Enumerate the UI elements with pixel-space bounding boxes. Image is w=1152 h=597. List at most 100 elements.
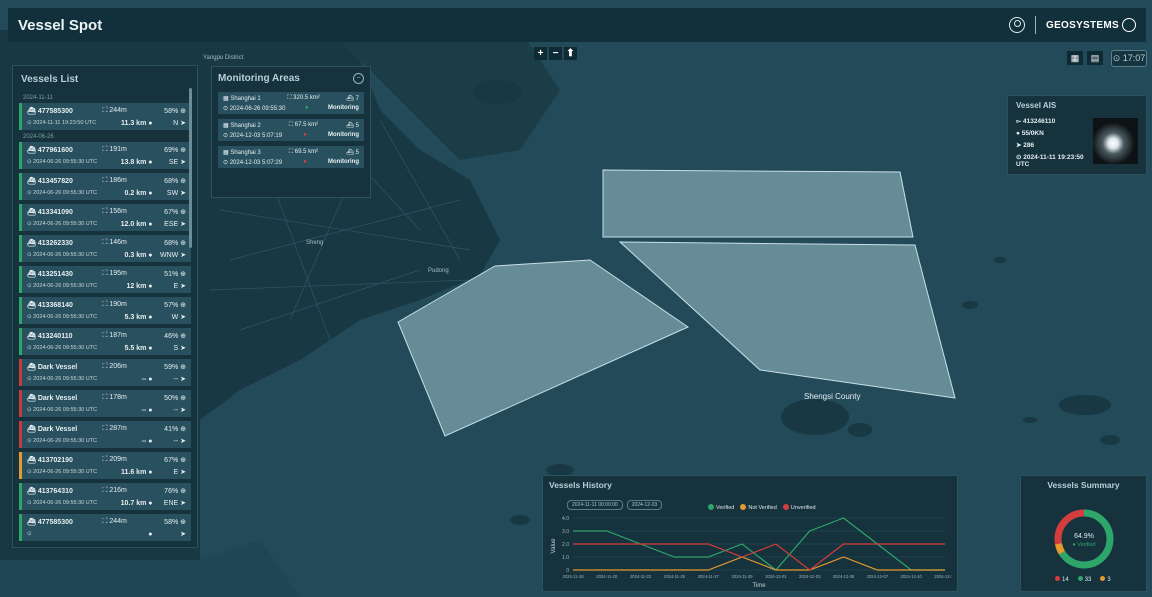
monitoring-area-card[interactable]: ▦ Shanghai 2 ⛶ 67.5 km² ⛴ 5 ⊙ 2024-12-03… [218,119,364,141]
area-name: ▦ Shanghai 3 [223,150,261,156]
vessel-name: ⛴ 413702190 [27,457,73,464]
vessel-time: ⊙ 2024-06-26 09:55:30 UTC [27,252,98,258]
history-chart: 01.02.03.04.02024-11-18 2024-11-20 2024-11… [551,516,952,589]
x-tick-label: 2024-12-10 [900,574,922,579]
vessel-confidence: 57% ⊕ [164,302,186,309]
vessel-card[interactable]: ⛴ 477961600 ⛶ 191m 69% ⊕ ⊙ 2024-06-26 09… [19,142,191,169]
date-to-filter[interactable]: 2024-12-03 [626,500,663,510]
vessel-name: ⛴ 413368140 [27,302,73,309]
vessel-confidence: 76% ⊕ [164,488,186,495]
vessel-card[interactable]: ⛴ Dark Vessel ⛶ 206m 59% ⊕ ⊙ 2024-06-26 … [19,359,191,386]
antenna-icon: ⟜ [1016,118,1022,125]
vessel-card[interactable]: ⛴ 413251430 ⛶ 195m 51% ⊕ ⊙ 2024-06-26 09… [19,266,191,293]
user-icon[interactable] [1008,17,1025,33]
vessels-list-scrollbar[interactable] [189,88,192,248]
zoom-controls: + − ⬆ [534,47,577,60]
vessel-thumbnail[interactable] [1093,118,1138,164]
collapse-icon[interactable]: − [353,73,364,84]
count-swatch [1055,576,1060,581]
zoom-out-button[interactable]: − [549,47,562,60]
vessel-distance: 11.3 km ● [121,119,153,127]
vessel-time: ⊙ 2024-06-26 09:55:30 UTC [27,190,98,196]
vessel-confidence: 67% ⊕ [164,209,186,216]
vessel-length: ⛶ 244m [102,518,127,525]
vessel-card[interactable]: ⛴ 477585300 ⛶ 244m 58% ⊕ ⊙ 2024-11-11 19… [19,103,191,130]
vessel-direction: SW ➤ [166,190,186,197]
vessel-direction: SE ➤ [168,159,186,166]
vessel-time: ⊙ 2024-06-26 09:55:30 UTC [27,283,98,289]
summary-count: 14 [1055,576,1069,583]
top-bar: Vessel Spot GEOSYSTEMS [8,8,1146,42]
save-icon[interactable]: ▤ [1087,51,1103,65]
ais-mmsi: ⟜ 413246110 [1016,118,1056,125]
vessel-card[interactable]: ⛴ Dark Vessel ⛶ 287m 41% ⊕ ⊙ 2024-06-26 … [19,421,191,448]
monitoring-area-card[interactable]: ▦ Shanghai 3 ⛶ 69.5 km² ⛴ 5 ⊙ 2024-12-03… [218,146,364,168]
map-label-sheng: Sheng [306,240,324,246]
vessel-direction: N ➤ [173,120,186,127]
count-swatch [1100,576,1106,581]
area-name: ▦ Shanghai 1 [223,96,261,102]
vessel-card[interactable]: ⛴ 413341090 ⛶ 156m 67% ⊕ ⊙ 2024-06-26 09… [19,204,191,231]
vessel-card[interactable]: ⛴ 413702190 ⛶ 209m 67% ⊕ ⊙ 2024-06-26 09… [19,452,191,479]
map-label-shengsi: Shengsi County [804,392,861,401]
map-tools: ▦ ▤ [1067,51,1103,65]
vessel-direction: ESE ➤ [164,221,186,228]
vessel-time: ⊙ [27,531,32,537]
vessel-card[interactable]: ⛴ 413457820 ⛶ 186m 68% ⊕ ⊙ 2024-06-26 09… [19,173,191,200]
vessel-card[interactable]: ⛴ 413262330 ⛶ 146m 68% ⊕ ⊙ 2024-06-26 09… [19,235,191,262]
clock-button[interactable]: ⊙ 17:07 [1111,50,1147,67]
vessel-time: ⊙ 2024-11-11 19:23:50 UTC [27,120,97,126]
ais-time: ⊙ 2024-11-11 19:23:50 UTC [1016,154,1084,168]
vessel-card[interactable]: ⛴ 477585300 ⛶ 244m 58% ⊕ ⊙ ● ➤ [19,514,191,541]
vessel-card[interactable]: ⛴ 413368140 ⛶ 190m 57% ⊕ ⊙ 2024-06-26 09… [19,297,191,324]
legend-item[interactable]: Not Verified [740,504,777,511]
summary-donut: 64.9% ● Verified [1054,509,1114,569]
vessel-distance: 12 km ● [126,282,153,290]
monitoring-polygon-1 [602,169,914,238]
status-dot: ● [303,132,307,138]
vessel-direction: S ➤ [173,345,186,352]
vessel-direction: -- ➤ [173,438,186,445]
monitoring-area-card[interactable]: ▦ Shanghai 1 ⛶ 320.5 km² ⛴ 7 ⊙ 2024-06-2… [218,92,364,114]
vessel-length: ⛶ 191m [102,146,127,153]
legend-swatch [782,504,789,510]
divider [1034,16,1036,34]
legend-item[interactable]: Unverified [782,504,816,511]
vessel-name: ⛴ 477585300 [27,108,73,115]
vessel-confidence: 58% ⊕ [164,108,186,115]
vessel-distance: 5.5 km ● [124,344,153,352]
x-tick-label: 2024-11-18 [562,574,584,579]
area-status: Monitoring [328,132,359,138]
vessel-length: ⛶ 216m [102,487,127,494]
vessel-name: ⛴ Dark Vessel [27,364,78,371]
vessel-distance: -- ● [141,375,153,383]
vessel-name: ⛴ Dark Vessel [27,426,78,433]
vessel-card[interactable]: ⛴ 413764310 ⛶ 216m 76% ⊕ ⊙ 2024-06-26 09… [19,483,191,510]
vessel-name: ⛴ Dark Vessel [27,395,78,402]
brand-logo: GEOSYSTEMS [1046,18,1136,32]
layers-icon[interactable]: ▦ [1067,51,1083,65]
clock-icon: ⊙ [1016,154,1022,161]
vessels-history-title: Vessels History [549,480,612,490]
vessel-ais-panel: Vessel AIS ⟜ 413246110 ● 55/0KN ➤ 286 ⊙ … [1007,95,1147,175]
area-name: ▦ Shanghai 2 [223,123,261,129]
y-tick-label: 3.0 [562,529,569,535]
vessels-history-panel: Vessels History 2024-11-11 00:00:00 2024… [542,475,958,592]
vessel-name: ⛴ 477585300 [27,519,73,526]
compass-button[interactable]: ⬆ [564,47,577,60]
vessel-length: ⛶ 186m [102,177,127,184]
vessel-confidence: 68% ⊕ [164,240,186,247]
vessels-list-title: Vessels List [21,74,79,85]
area-status: Monitoring [327,105,359,111]
history-legend: Verified Not Verified Unverified [708,504,816,511]
area-time: ⊙ 2024-12-03 5:07:29 [223,160,283,166]
vessel-time: ⊙ 2024-06-26 09:55:30 UTC [27,314,98,320]
x-tick-label: 2024-12-01 [765,574,787,579]
date-from-filter[interactable]: 2024-11-11 00:00:00 [567,500,623,510]
vessels-list-body: 2024-11-11 ⛴ 477585300 ⛶ 244m 58% ⊕ ⊙ 20… [19,95,191,541]
zoom-in-button[interactable]: + [534,47,547,60]
vessel-card[interactable]: ⛴ Dark Vessel ⛶ 178m 50% ⊕ ⊙ 2024-06-26 … [19,390,191,417]
vessel-direction: -- ➤ [173,376,186,383]
vessel-card[interactable]: ⛴ 413240110 ⛶ 187m 46% ⊕ ⊙ 2024-06-26 09… [19,328,191,355]
legend-item[interactable]: Verified [708,504,734,511]
